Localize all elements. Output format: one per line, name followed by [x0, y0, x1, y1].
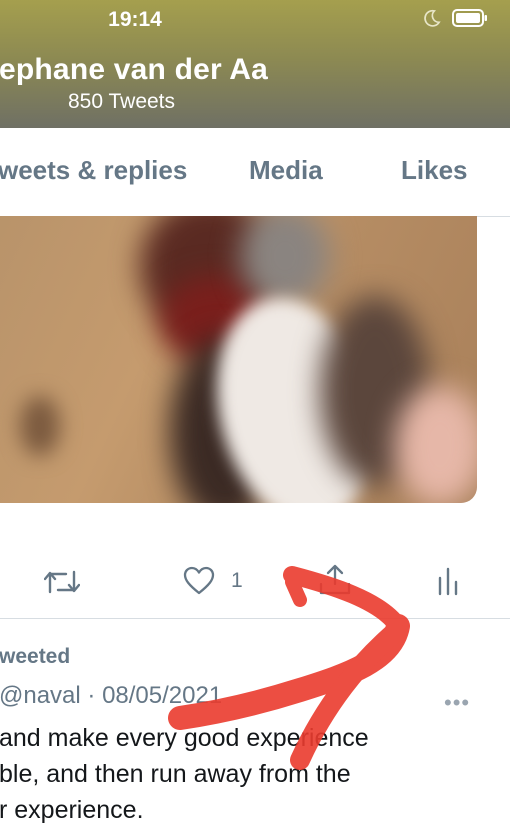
- analytics-icon[interactable]: [437, 566, 459, 596]
- retweeted-label: weeted: [0, 645, 71, 668]
- heart-icon[interactable]: [183, 566, 215, 596]
- share-icon[interactable]: [318, 564, 352, 596]
- tweet-text-line: and make every good experience: [0, 724, 369, 752]
- status-time: 19:14: [108, 8, 162, 31]
- tweet-media-image[interactable]: [0, 216, 477, 503]
- profile-name: ephane van der Aa: [0, 53, 269, 86]
- tab-likes[interactable]: Likes: [401, 155, 468, 186]
- profile-tabs: weets & replies Media Likes: [0, 128, 510, 217]
- more-options-icon[interactable]: •••: [444, 690, 470, 716]
- tweet-divider: [0, 618, 510, 619]
- profile-header: 19:14 ephane van der Aa 850 Tweets: [0, 0, 510, 128]
- tweet-count: 850 Tweets: [68, 90, 176, 113]
- tweet-author-handle[interactable]: @naval · 08/05/2021: [0, 682, 222, 710]
- moon-icon: [424, 9, 441, 27]
- tweet-text-line: ble, and then run away from the: [0, 760, 351, 788]
- like-count: 1: [231, 569, 243, 592]
- tab-tweets-replies[interactable]: weets & replies: [0, 155, 187, 186]
- retweet-icon[interactable]: [44, 568, 80, 596]
- tab-media[interactable]: Media: [249, 155, 323, 186]
- tweet-action-bar: [0, 560, 510, 600]
- battery-icon: [452, 9, 487, 27]
- tweet-text-line: r experience.: [0, 796, 144, 824]
- tweet-text: and make every good experience ble, and …: [0, 720, 439, 828]
